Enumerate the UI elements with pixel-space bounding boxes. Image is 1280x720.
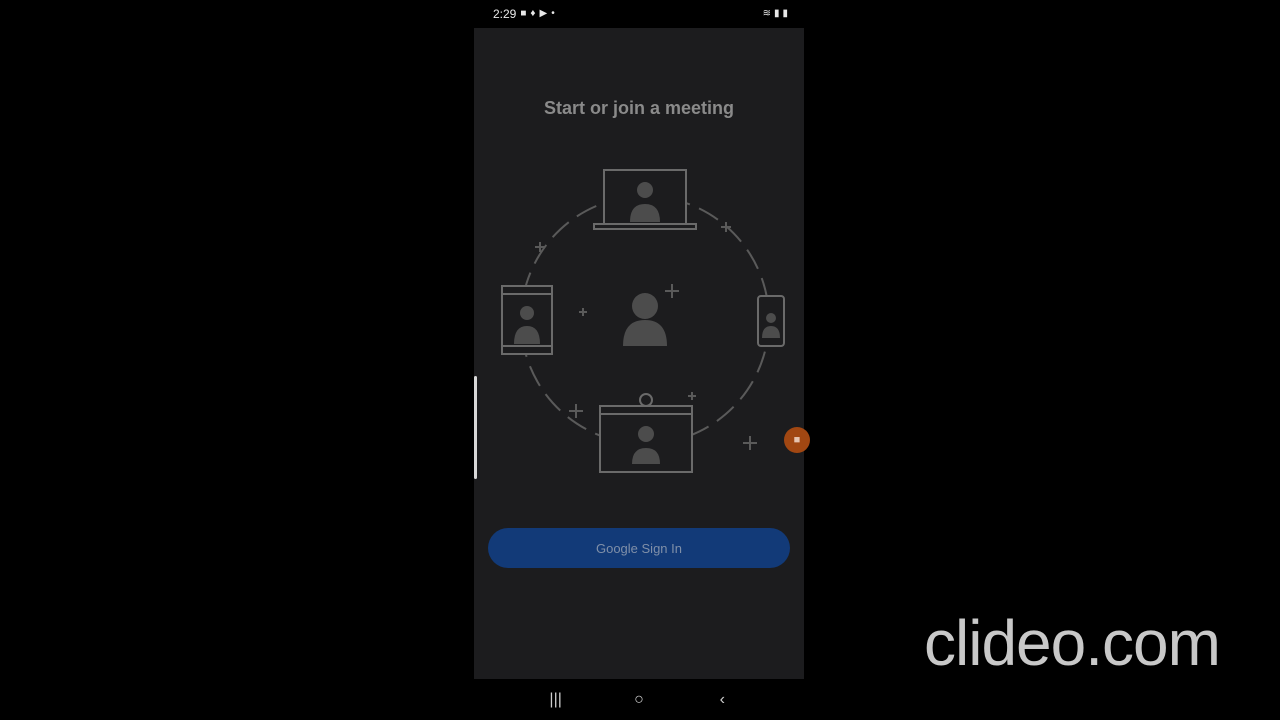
dot-icon: •: [551, 8, 555, 19]
video-camera-icon: ■: [520, 8, 527, 19]
clock: 2:29: [493, 7, 517, 21]
back-icon[interactable]: ‹: [707, 691, 737, 709]
youtube-icon: ▶: [539, 8, 548, 19]
watermark: clideo.com: [924, 607, 1221, 679]
signal-icon: ▮: [773, 8, 780, 19]
recents-icon[interactable]: |||: [541, 691, 571, 709]
status-bar: 2:29 ■ ♦ ▶ • ≋ ▮ ▮: [474, 0, 804, 28]
wifi-icon: ≋: [762, 8, 771, 19]
status-right: ≋ ▮ ▮: [763, 9, 804, 19]
google-signin-button[interactable]: Google Sign In: [488, 528, 790, 568]
battery-icon: ▮: [782, 8, 788, 19]
center-person-icon: [623, 293, 667, 346]
meeting-illustration: [501, 169, 785, 473]
twitter-icon: ♦: [530, 8, 536, 19]
edge-panel-handle[interactable]: [474, 376, 477, 479]
app-screen: Start or join a meeting: [474, 28, 804, 679]
navigation-bar: ||| ○ ‹: [474, 680, 804, 720]
home-icon[interactable]: ○: [624, 691, 654, 709]
status-left: 2:29 ■ ♦ ▶ •: [474, 7, 555, 21]
screen-recorder-icon[interactable]: ■: [784, 427, 810, 453]
page-title: Start or join a meeting: [543, 98, 735, 118]
